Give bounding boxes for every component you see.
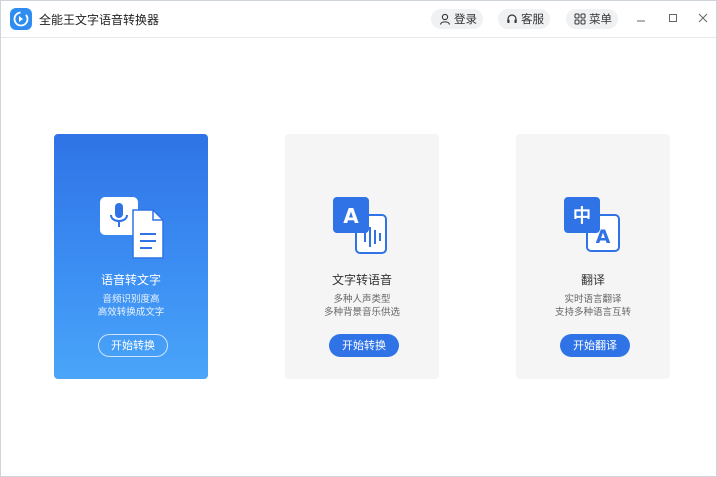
login-button[interactable]: 登录: [431, 9, 483, 29]
start-translate-button[interactable]: 开始翻译: [560, 334, 630, 357]
minimize-icon[interactable]: [633, 10, 649, 26]
start-convert-button[interactable]: 开始转换: [98, 334, 168, 357]
feature-card-translate[interactable]: A 中 翻译 实时语言翻译 支持多种语言互转 开始翻译: [516, 134, 670, 379]
card-title: 文字转语音: [331, 273, 392, 287]
close-icon[interactable]: [695, 10, 711, 26]
app-window: 全能王文字语音转换器 登录 客服 菜单 语音转文字 音频识别度高 高效转换成文字…: [0, 0, 717, 477]
tts-letter: A: [343, 204, 359, 228]
feature-card-text-to-speech[interactable]: A 文字转语音 多种人声类型 多种背景音乐供选 开始转换: [285, 134, 439, 379]
card-description: 实时语言翻译 支持多种语言互转: [516, 293, 670, 319]
app-logo-icon: [10, 8, 32, 30]
menu-label: 菜单: [589, 12, 612, 26]
app-title: 全能王文字语音转换器: [39, 13, 160, 27]
translate-source-char: 中: [573, 205, 591, 227]
card-desc-line: 实时语言翻译: [564, 294, 622, 305]
grid-menu-icon: [574, 13, 586, 25]
card-desc-line: 音频识别度高: [102, 294, 160, 305]
card-title: 语音转文字: [100, 273, 161, 287]
service-label: 客服: [521, 12, 544, 26]
headset-icon: [507, 14, 517, 23]
card-desc-line: 支持多种语言互转: [554, 307, 631, 318]
user-icon: [439, 13, 451, 25]
mic-document-icon: [100, 197, 164, 259]
card-description: 音频识别度高 高效转换成文字: [54, 293, 208, 319]
customer-service-button[interactable]: 客服: [498, 9, 550, 29]
card-desc-line: 多种人声类型: [333, 294, 391, 305]
text-to-audio-icon: A: [333, 197, 387, 254]
title-bar: 全能王文字语音转换器 登录 客服 菜单: [1, 1, 716, 38]
card-desc-line: 多种背景音乐供选: [323, 307, 400, 318]
translate-icon: A 中: [564, 197, 620, 252]
maximize-icon[interactable]: [665, 10, 681, 26]
login-label: 登录: [454, 12, 477, 26]
card-desc-line: 高效转换成文字: [97, 307, 165, 318]
menu-button[interactable]: 菜单: [566, 9, 618, 29]
feature-card-speech-to-text[interactable]: 语音转文字 音频识别度高 高效转换成文字 开始转换: [54, 134, 208, 379]
card-description: 多种人声类型 多种背景音乐供选: [285, 293, 439, 319]
start-convert-button[interactable]: 开始转换: [329, 334, 399, 357]
card-title: 翻译: [580, 273, 605, 287]
